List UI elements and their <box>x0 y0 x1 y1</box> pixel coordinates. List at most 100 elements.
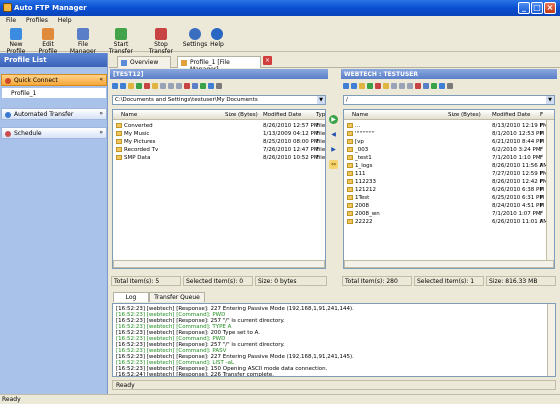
tab-overview[interactable]: Overview <box>117 56 171 68</box>
cut-icon[interactable] <box>391 83 397 89</box>
back-icon[interactable] <box>343 83 349 89</box>
forward-icon[interactable] <box>120 83 126 89</box>
file-row[interactable]: [vp 6/21/2010 8:44 PM F <box>344 138 554 146</box>
arrow-left-icon[interactable]: ◀ <box>329 130 338 139</box>
remote-hscrollbar[interactable] <box>344 260 554 268</box>
col-modified[interactable]: Modified Date <box>263 112 301 118</box>
copy-icon[interactable] <box>399 83 405 89</box>
file-row[interactable]: _test1 7/1/2010 1:10 PM F <box>344 154 554 162</box>
remote-path-field[interactable]: / ▼ <box>343 95 555 105</box>
col-size[interactable]: Size (Bytes) <box>448 112 481 118</box>
file-row[interactable]: My Pictures 8/25/2010 08:00 PMFile F <box>113 138 325 146</box>
minimize-icon[interactable]: _ <box>518 2 530 14</box>
folder-transfer-icon[interactable]: ⇔ <box>329 160 338 169</box>
sync-icon[interactable] <box>439 83 445 89</box>
log-vscrollbar[interactable] <box>547 304 555 376</box>
check-icon[interactable] <box>431 83 437 89</box>
remote-selected-items: Selected Item(s): 1 <box>414 276 484 286</box>
tab-file-manager[interactable]: Profile_1 [File Manager] <box>177 56 261 73</box>
stop-icon[interactable] <box>144 83 150 89</box>
file-row[interactable]: My Music 1/13/2009 04:12 PMFile F <box>113 130 325 138</box>
maximize-icon[interactable]: □ <box>531 2 543 14</box>
settings-button[interactable]: Settings <box>182 28 208 51</box>
delete-icon[interactable] <box>415 83 421 89</box>
file-row[interactable]: Recorded Tv 7/26/2010 12:47 PMFile F <box>113 146 325 154</box>
up-folder-icon[interactable] <box>359 83 365 89</box>
paste-icon[interactable] <box>176 83 182 89</box>
expand-icon: » <box>99 129 103 136</box>
chevron-down-icon[interactable]: ▼ <box>546 96 554 104</box>
profile-sidebar: Profile List Quick Connect « Profile_1 A… <box>0 53 108 394</box>
rename-icon[interactable] <box>423 83 429 89</box>
play-icon[interactable]: ▶ <box>329 115 338 124</box>
stop-icon[interactable] <box>375 83 381 89</box>
forward-icon[interactable] <box>351 83 357 89</box>
file-manager-tab-icon <box>181 60 187 66</box>
delete-icon[interactable] <box>184 83 190 89</box>
local-path-field[interactable]: C:\Documents and Settings\testuser\My Do… <box>112 95 326 105</box>
file-row[interactable]: SMP Data 8/26/2010 10:52 PMFile F <box>113 154 325 162</box>
file-row[interactable]: 111 7/27/2010 12:59 PM F <box>344 170 554 178</box>
file-row[interactable]: 2008 8/24/2010 4:51 PM F <box>344 202 554 210</box>
help-button[interactable]: Help <box>208 28 226 51</box>
new-profile-button[interactable]: New Profile <box>1 28 31 55</box>
refresh-icon[interactable] <box>136 83 142 89</box>
file-row[interactable]: 121212 6/26/2010 6:38 PM F <box>344 186 554 194</box>
tab-log[interactable]: Log <box>113 292 149 302</box>
cut-icon[interactable] <box>160 83 166 89</box>
new-folder-icon[interactable] <box>152 83 158 89</box>
new-folder-icon[interactable] <box>383 83 389 89</box>
local-toolbar <box>110 80 328 91</box>
file-type: File F <box>316 131 326 137</box>
file-row[interactable]: 112233 8/26/2010 12:42 PM F <box>344 178 554 186</box>
sidebar-item-profile[interactable]: Profile_1 <box>2 88 106 98</box>
paste-icon[interactable] <box>407 83 413 89</box>
rename-icon[interactable] <box>192 83 198 89</box>
sidebar-section-schedule[interactable]: Schedule » <box>1 127 107 139</box>
sidebar-section-automated-transfer[interactable]: Automated Transfer » <box>1 108 107 120</box>
local-selected-items: Selected Item(s): 0 <box>183 276 253 286</box>
file-row[interactable]: Converted 8/26/2010 12:57 PMFile F <box>113 122 325 130</box>
start-transfer-button[interactable]: Start Transfer <box>102 28 140 55</box>
folder-icon <box>347 155 353 160</box>
file-type: File F <box>316 123 326 129</box>
sidebar-section-quick-connect[interactable]: Quick Connect « <box>1 74 107 86</box>
sync-icon[interactable] <box>208 83 214 89</box>
col-name[interactable]: Name <box>121 112 137 118</box>
back-icon[interactable] <box>112 83 118 89</box>
arrow-right-icon[interactable]: ▶ <box>329 145 338 154</box>
tab-transfer-queue[interactable]: Transfer Queue <box>149 292 205 302</box>
col-name[interactable]: Name <box>352 112 368 118</box>
stop-transfer-button[interactable]: Stop Transfer <box>142 28 180 55</box>
up-folder-icon[interactable] <box>128 83 134 89</box>
file-row[interactable]: _003 6/2/2010 3:24 PM F <box>344 146 554 154</box>
toolbar: New Profile Edit Profile File Manager St… <box>0 27 560 55</box>
col-size[interactable]: Size (Bytes) <box>225 112 258 118</box>
chevron-down-icon[interactable]: ▼ <box>317 96 325 104</box>
file-row[interactable]: 22222 6/26/2010 11:01 AM F <box>344 218 554 226</box>
col-type[interactable]: Typ <box>316 112 325 118</box>
file-row[interactable]: ... 8/13/2010 12:19 PM F <box>344 122 554 130</box>
file-row[interactable]: 2008_wn 7/1/2010 1:07 PM F <box>344 210 554 218</box>
copy-icon[interactable] <box>168 83 174 89</box>
check-icon[interactable] <box>200 83 206 89</box>
local-hscrollbar[interactable] <box>113 260 325 268</box>
file-row[interactable]: 1Test 6/25/2010 6:31 PM F <box>344 194 554 202</box>
edit-profile-button[interactable]: Edit Profile <box>33 28 63 55</box>
file-type: F <box>540 179 544 185</box>
file-manager-button[interactable]: File Manager <box>66 28 100 55</box>
file-row[interactable]: 1_logs 8/26/2010 11:56 AM F <box>344 162 554 170</box>
menu-profiles[interactable]: Profiles <box>20 16 52 24</box>
close-tab-icon[interactable]: × <box>263 56 272 65</box>
col-type[interactable]: F <box>540 112 543 118</box>
menu-file[interactable]: File <box>0 16 20 24</box>
remote-vscrollbar[interactable] <box>546 120 554 260</box>
file-row[interactable]: ''''''''''''' 8/1/2010 12:53 PM F <box>344 130 554 138</box>
col-modified[interactable]: Modified Date <box>492 112 530 118</box>
view-icon[interactable] <box>216 83 222 89</box>
close-icon[interactable]: × <box>544 2 556 14</box>
refresh-icon[interactable] <box>367 83 373 89</box>
menu-help[interactable]: Help <box>52 16 76 24</box>
help-icon <box>211 28 223 40</box>
view-icon[interactable] <box>447 83 453 89</box>
